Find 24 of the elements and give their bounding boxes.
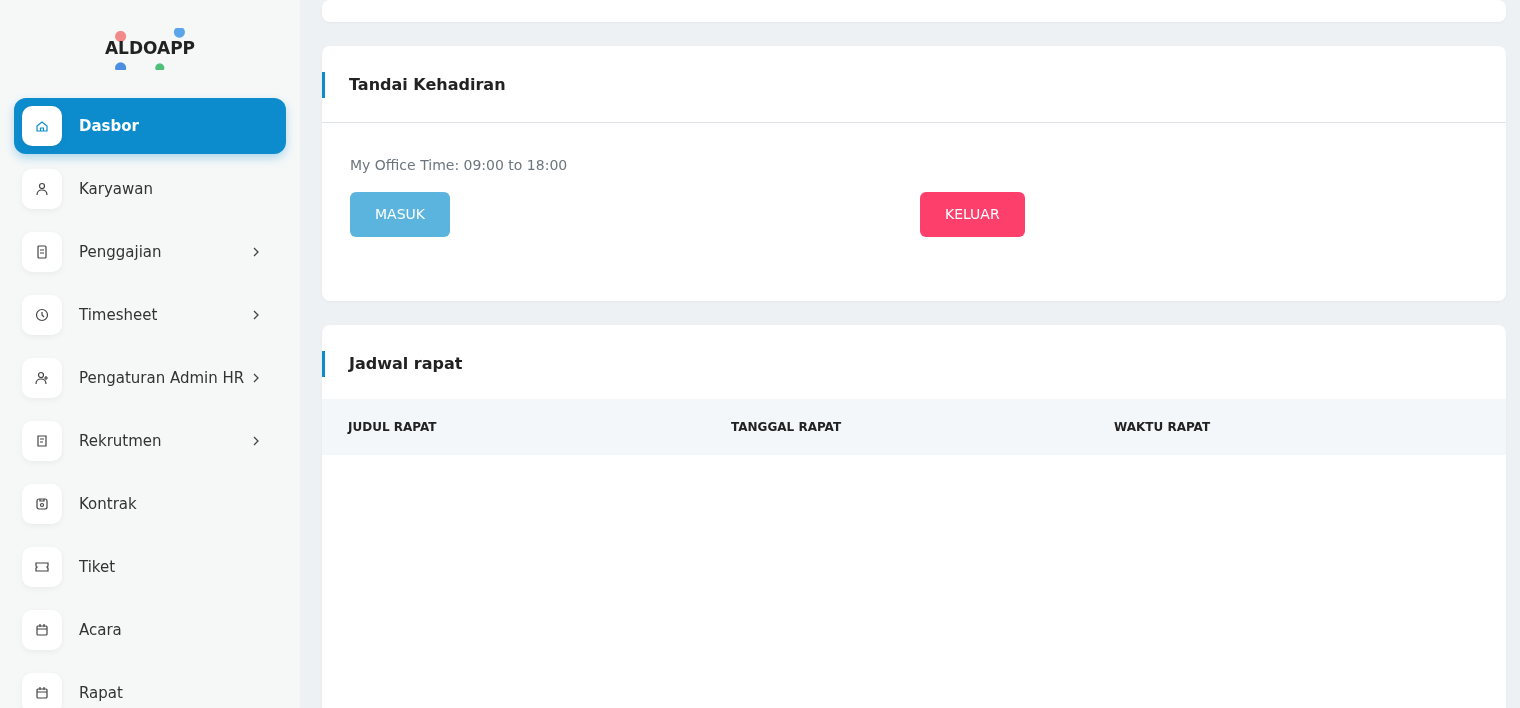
column-header: WAKTU RAPAT	[1114, 419, 1212, 436]
office-time-text: My Office Time: 09:00 to 18:00	[350, 156, 569, 175]
card-title: Tandai Kehadiran	[322, 72, 1506, 98]
sidebar-item[interactable]: Rekrutmen	[14, 413, 286, 469]
document-icon	[22, 421, 62, 461]
sidebar-item[interactable]: Karyawan	[14, 161, 286, 217]
sidebar-item[interactable]: Kontrak	[14, 476, 286, 532]
sidebar-item[interactable]: Pengaturan Admin HR	[14, 350, 286, 406]
card-title: Jadwal rapat	[322, 351, 1506, 377]
column-header: JUDUL RAPAT	[348, 419, 438, 436]
column-header: TANGGAL RAPAT	[731, 419, 843, 436]
sidebar-item[interactable]: Penggajian	[14, 224, 286, 280]
sidebar-item[interactable]: Rapat	[14, 665, 286, 708]
sidebar-item[interactable]: Tiket	[14, 539, 286, 595]
sidebar-item[interactable]: Acara	[14, 602, 286, 658]
calendar-icon	[22, 610, 62, 650]
sidebar-item[interactable]: Timesheet	[14, 287, 286, 343]
sidebar-item[interactable]: Dasbor	[14, 98, 286, 154]
user-icon	[22, 169, 62, 209]
clock-icon	[22, 295, 62, 335]
home-icon	[22, 106, 62, 146]
ticket-icon	[22, 547, 62, 587]
receipt-icon	[22, 232, 62, 272]
add-user-icon	[22, 358, 62, 398]
